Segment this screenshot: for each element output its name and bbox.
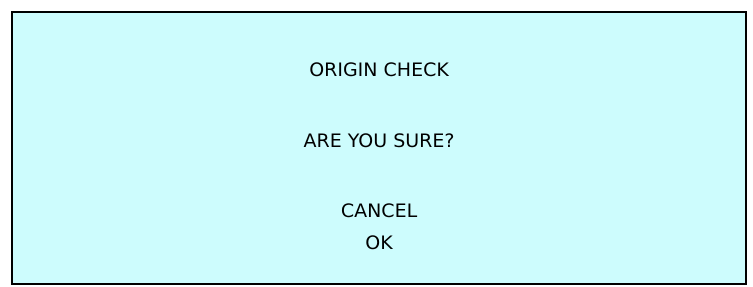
origin-check-dialog: ORIGIN CHECK ARE YOU SURE? CANCEL OK <box>11 11 747 285</box>
option-row-cancel: CANCEL <box>13 199 745 223</box>
ok-option[interactable]: OK <box>365 231 392 255</box>
confirmation-question-text: ARE YOU SURE? <box>303 130 455 152</box>
dialog-title: ORIGIN CHECK <box>13 58 745 82</box>
confirmation-question: ARE YOU SURE? <box>13 129 745 153</box>
cancel-option[interactable]: CANCEL <box>341 199 417 223</box>
dialog-title-text: ORIGIN CHECK <box>309 59 449 81</box>
option-row-ok: OK <box>13 231 745 255</box>
